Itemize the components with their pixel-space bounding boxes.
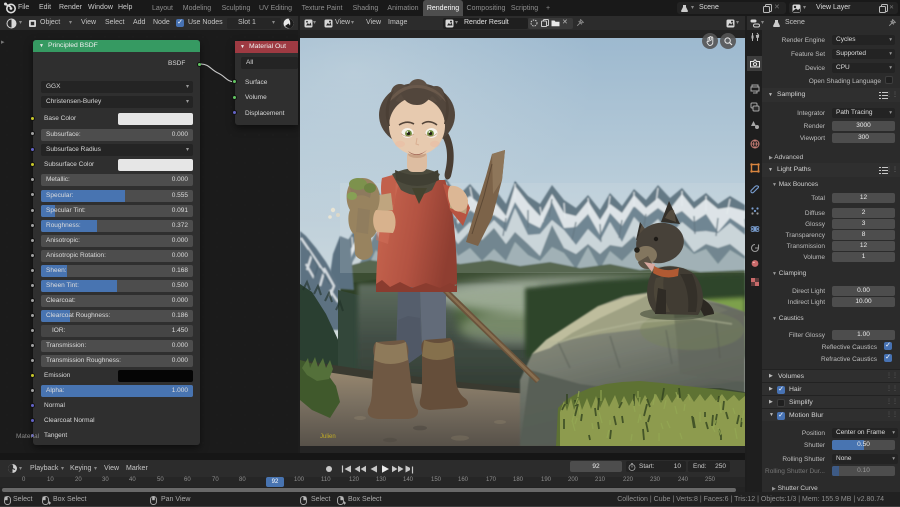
svg-text:Julien: Julien	[320, 434, 336, 440]
